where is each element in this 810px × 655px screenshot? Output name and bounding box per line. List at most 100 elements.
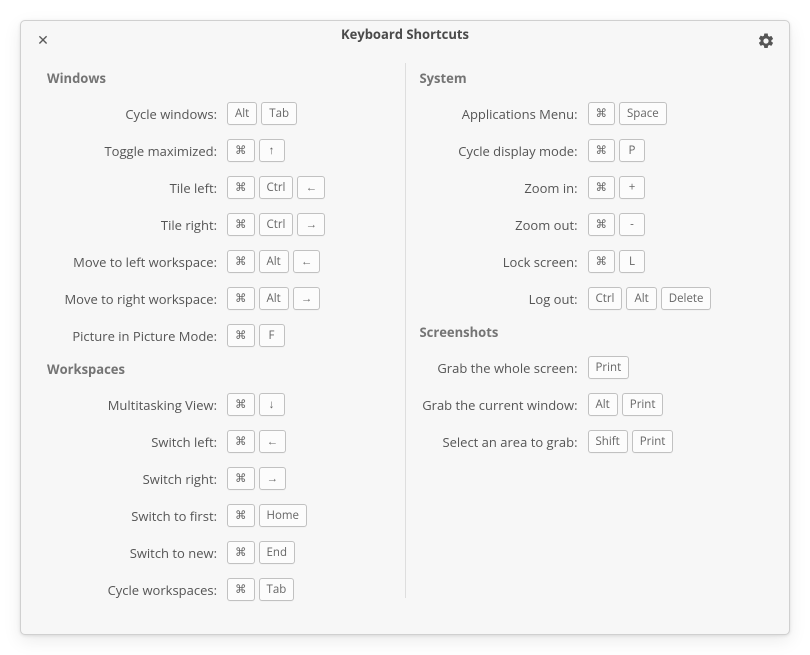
keycap: F (259, 324, 285, 347)
section-screenshots-heading: Screenshots (420, 323, 764, 341)
keycap: ⌘ (227, 541, 255, 564)
keycap: ⌘ (588, 176, 616, 199)
shortcut-label: Toggle maximized: (47, 142, 227, 160)
shortcut-keys: ⌘↓ (227, 393, 285, 416)
system-row-3: Zoom out:⌘- (420, 212, 764, 237)
shortcut-label: Multitasking View: (47, 396, 227, 414)
shortcut-keys: ⌘← (227, 430, 286, 453)
shortcut-label: Tile left: (47, 179, 227, 197)
shortcut-keys: ⌘↑ (227, 139, 285, 162)
shortcut-keys: ⌘End (227, 541, 295, 564)
keycap: + (619, 176, 645, 199)
keycap: ⌘ (227, 430, 255, 453)
keycap: → (293, 287, 321, 310)
shortcut-label: Switch left: (47, 433, 227, 451)
keycap: Alt (259, 250, 289, 273)
keycap: P (619, 139, 645, 162)
section-windows: Cycle windows:AltTabToggle maximized:⌘↑T… (47, 101, 391, 348)
keycap: ⌘ (588, 213, 616, 236)
shortcut-label: Cycle workspaces: (47, 581, 227, 599)
workspaces-row-4: Switch to new:⌘End (47, 540, 391, 565)
keycap: Tab (259, 578, 295, 601)
windows-row-0: Cycle windows:AltTab (47, 101, 391, 126)
section-system: Applications Menu:⌘SpaceCycle display mo… (420, 101, 764, 311)
shortcut-keys: ⌘Ctrl← (227, 176, 325, 199)
shortcut-label: Cycle windows: (47, 105, 227, 123)
keycap: → (259, 467, 287, 490)
keycap: ⌘ (227, 250, 255, 273)
gear-icon[interactable] (757, 32, 775, 50)
keycap: ⌘ (227, 287, 255, 310)
shortcut-keys: ShiftPrint (588, 430, 674, 453)
left-column: Windows Cycle windows:AltTabToggle maxim… (33, 57, 405, 614)
section-workspaces-heading: Workspaces (47, 360, 391, 378)
workspaces-row-1: Switch left:⌘← (47, 429, 391, 454)
shortcut-label: Grab the whole screen: (420, 359, 588, 377)
keycap: Tab (261, 102, 297, 125)
shortcut-keys: AltPrint (588, 393, 664, 416)
shortcut-label: Grab the current window: (420, 396, 588, 414)
windows-row-5: Move to right workspace:⌘Alt→ (47, 286, 391, 311)
keycap: Shift (588, 430, 628, 453)
shortcut-label: Zoom out: (420, 216, 588, 234)
keycap: Ctrl (259, 213, 294, 236)
shortcut-label: Zoom in: (420, 179, 588, 197)
screenshots-row-2: Select an area to grab:ShiftPrint (420, 429, 764, 454)
keycap: Space (619, 102, 667, 125)
workspaces-row-0: Multitasking View:⌘↓ (47, 392, 391, 417)
right-column: System Applications Menu:⌘SpaceCycle dis… (406, 57, 778, 614)
system-row-2: Zoom in:⌘+ (420, 175, 764, 200)
shortcut-label: Switch right: (47, 470, 227, 488)
shortcut-label: Applications Menu: (420, 105, 588, 123)
windows-row-6: Picture in Picture Mode:⌘F (47, 323, 391, 348)
keycap: ⌘ (227, 393, 255, 416)
shortcut-label: Tile right: (47, 216, 227, 234)
keycap: ⌘ (227, 139, 255, 162)
shortcut-keys: Print (588, 356, 630, 379)
close-icon[interactable]: ✕ (35, 33, 51, 49)
shortcut-keys: ⌘F (227, 324, 285, 347)
screenshots-row-0: Grab the whole screen:Print (420, 355, 764, 380)
keycap: ⌘ (588, 250, 616, 273)
shortcut-label: Switch to first: (47, 507, 227, 525)
section-system-heading: System (420, 69, 764, 87)
shortcut-keys: AltTab (227, 102, 297, 125)
keycap: Alt (626, 287, 656, 310)
keycap: Print (632, 430, 674, 453)
keycap: ← (297, 176, 325, 199)
windows-row-2: Tile left:⌘Ctrl← (47, 175, 391, 200)
keycap: ↑ (259, 139, 285, 162)
keycap: ⌘ (588, 102, 616, 125)
shortcut-label: Log out: (420, 290, 588, 308)
shortcut-label: Move to right workspace: (47, 290, 227, 308)
keycap: → (297, 213, 325, 236)
workspaces-row-3: Switch to first:⌘Home (47, 503, 391, 528)
screenshots-row-1: Grab the current window:AltPrint (420, 392, 764, 417)
section-workspaces: Multitasking View:⌘↓Switch left:⌘←Switch… (47, 392, 391, 602)
keycap: - (619, 213, 645, 236)
shortcut-keys: ⌘Alt→ (227, 287, 320, 310)
keycap: Print (588, 356, 630, 379)
keycap: Ctrl (588, 287, 623, 310)
shortcut-keys: ⌘Home (227, 504, 307, 527)
keycap: Alt (259, 287, 289, 310)
keycap: ⌘ (227, 324, 255, 347)
keycap: End (259, 541, 295, 564)
keycap: ← (293, 250, 321, 273)
shortcut-keys: ⌘Alt← (227, 250, 320, 273)
window-header: ✕ Keyboard Shortcuts (21, 21, 789, 47)
shortcut-label: Select an area to grab: (420, 433, 588, 451)
shortcut-keys: ⌘→ (227, 467, 286, 490)
system-row-4: Lock screen:⌘L (420, 249, 764, 274)
shortcut-keys: ⌘P (588, 139, 646, 162)
shortcut-label: Switch to new: (47, 544, 227, 562)
shortcut-label: Move to left workspace: (47, 253, 227, 271)
keycap: ⌘ (588, 139, 616, 162)
section-screenshots: Grab the whole screen:PrintGrab the curr… (420, 355, 764, 454)
keycap: L (619, 250, 645, 273)
keycap: Home (259, 504, 308, 527)
shortcut-label: Picture in Picture Mode: (47, 327, 227, 345)
keycap: ⌘ (227, 578, 255, 601)
section-windows-heading: Windows (47, 69, 391, 87)
window-title: Keyboard Shortcuts (341, 25, 469, 43)
